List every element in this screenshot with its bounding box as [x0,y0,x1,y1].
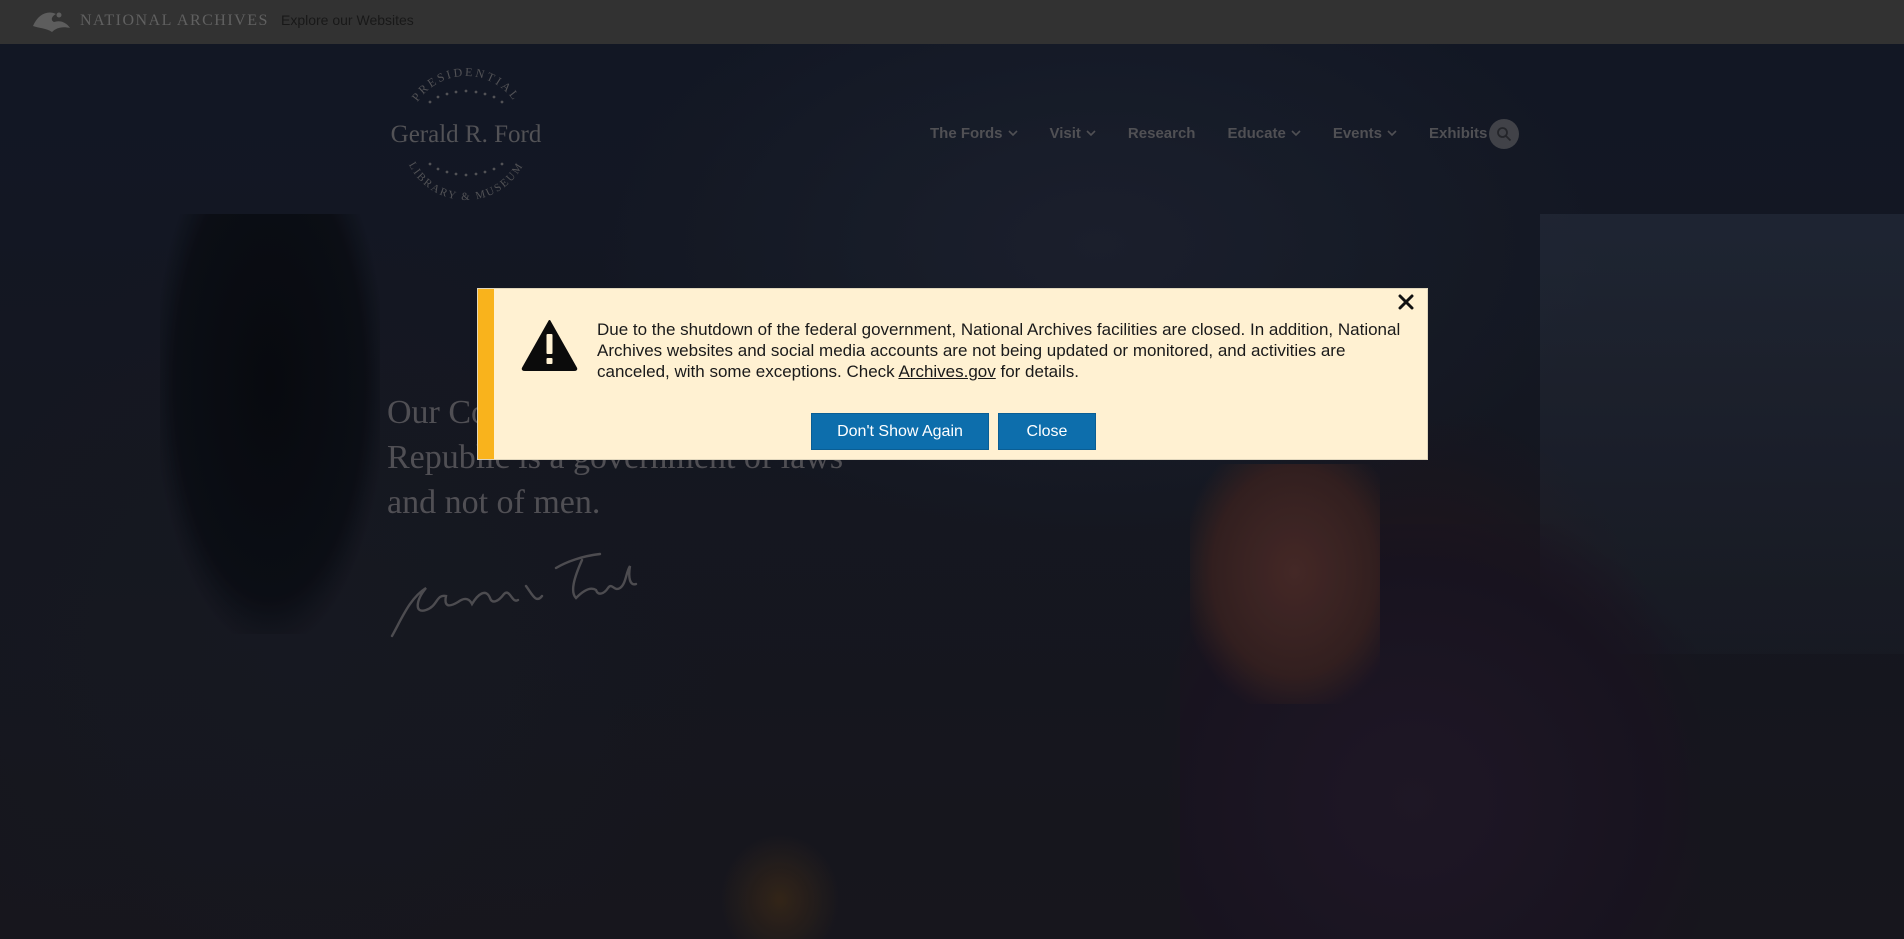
close-icon [1398,294,1414,310]
alert-accent-stripe [478,289,494,459]
shutdown-alert-dialog: Due to the shutdown of the federal gover… [477,288,1428,460]
modal-overlay[interactable] [0,0,1904,939]
alert-message-suffix: for details. [995,362,1079,381]
warning-icon [521,319,578,371]
alert-message: Due to the shutdown of the federal gover… [597,319,1407,382]
archives-gov-link[interactable]: Archives.gov [898,362,995,381]
close-button[interactable]: Close [998,413,1096,450]
dont-show-again-button[interactable]: Don't Show Again [811,413,989,450]
alert-close-x-button[interactable] [1395,291,1417,313]
